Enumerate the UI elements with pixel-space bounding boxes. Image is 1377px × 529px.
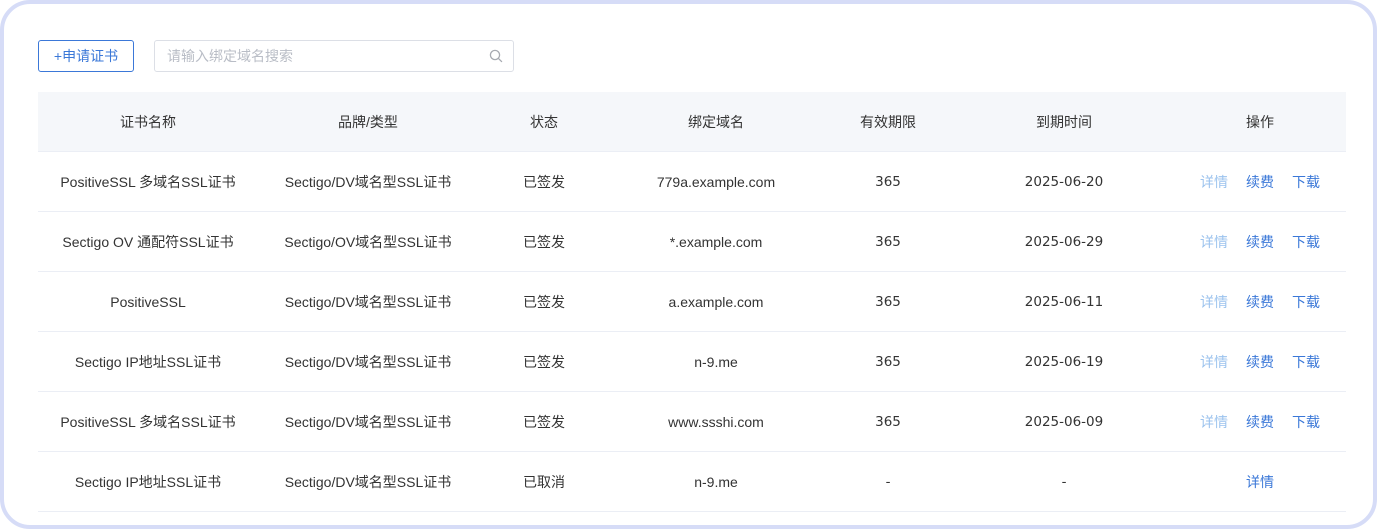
cert-brand: Sectigo/DV域名型SSL证书 <box>284 353 452 370</box>
cert-brand: Sectigo/DV域名型SSL证书 <box>284 293 452 310</box>
cert-brand: Sectigo/DV域名型SSL证书 <box>284 173 452 190</box>
download-link[interactable]: 下载 <box>1292 412 1320 432</box>
cert-expire: 2025-06-11 <box>1024 293 1104 310</box>
cert-status: 已签发 <box>523 353 565 370</box>
table-row: Sectigo OV 通配符SSL证书 Sectigo/OV域名型SSL证书 已… <box>38 212 1346 272</box>
cert-brand: Sectigo/DV域名型SSL证书 <box>284 473 452 490</box>
page-frame: +申请证书 证书名称 品牌/类型 状态 绑定域名 有效期限 到期时间 操作 Po… <box>0 0 1377 529</box>
row-actions: 详情 续费 下载 <box>1174 292 1346 312</box>
cert-validity: 365 <box>875 233 901 250</box>
cert-brand: Sectigo/OV域名型SSL证书 <box>284 233 452 250</box>
search-input[interactable] <box>155 41 513 71</box>
cert-validity: - <box>885 473 891 490</box>
table-row: PositiveSSL 多域名SSL证书 Sectigo/DV域名型SSL证书 … <box>38 392 1346 452</box>
cert-domain: *.example.com <box>669 233 763 250</box>
search-icon[interactable] <box>489 49 503 63</box>
download-link[interactable]: 下载 <box>1292 172 1320 192</box>
cert-name: PositiveSSL 多域名SSL证书 <box>60 413 236 430</box>
row-actions: 详情 <box>1174 472 1346 492</box>
renew-link[interactable]: 续费 <box>1246 232 1274 252</box>
cert-domain: www.ssshi.com <box>668 413 764 430</box>
search-box <box>154 40 514 72</box>
cert-status: 已取消 <box>523 473 565 490</box>
download-link[interactable]: 下载 <box>1292 292 1320 312</box>
detail-link[interactable]: 详情 <box>1200 232 1228 252</box>
renew-link[interactable]: 续费 <box>1246 172 1274 192</box>
column-header-validity: 有效期限 <box>860 113 916 130</box>
cert-status: 已签发 <box>523 293 565 310</box>
column-header-brand: 品牌/类型 <box>338 113 398 130</box>
table-row: Sectigo IP地址SSL证书 Sectigo/DV域名型SSL证书 已签发… <box>38 332 1346 392</box>
cert-name: Sectigo IP地址SSL证书 <box>74 473 222 490</box>
column-header-domain: 绑定域名 <box>688 113 744 130</box>
row-actions: 详情 续费 下载 <box>1174 172 1346 192</box>
cert-expire: 2025-06-19 <box>1024 353 1104 370</box>
cert-expire: 2025-06-09 <box>1024 413 1104 430</box>
column-header-name: 证书名称 <box>120 113 176 130</box>
table-row: PositiveSSL Sectigo/DV域名型SSL证书 已签发 a.exa… <box>38 272 1346 332</box>
cert-name: PositiveSSL <box>110 293 186 310</box>
download-link[interactable]: 下载 <box>1292 232 1320 252</box>
cert-domain: n-9.me <box>694 353 738 370</box>
download-link[interactable]: 下载 <box>1292 352 1320 372</box>
detail-link[interactable]: 详情 <box>1200 352 1228 372</box>
column-header-actions: 操作 <box>1246 113 1274 130</box>
toolbar: +申请证书 <box>38 40 514 72</box>
cert-status: 已签发 <box>523 173 565 190</box>
cert-validity: 365 <box>875 413 901 430</box>
cert-expire: - <box>1061 473 1067 490</box>
row-actions: 详情 续费 下载 <box>1174 232 1346 252</box>
apply-certificate-button[interactable]: +申请证书 <box>38 40 134 72</box>
renew-link[interactable]: 续费 <box>1246 292 1274 312</box>
cert-domain: n-9.me <box>694 473 738 490</box>
cert-name: Sectigo OV 通配符SSL证书 <box>62 233 234 250</box>
row-actions: 详情 续费 下载 <box>1174 412 1346 432</box>
cert-validity: 365 <box>875 293 901 310</box>
row-actions: 详情 续费 下载 <box>1174 352 1346 372</box>
renew-link[interactable]: 续费 <box>1246 412 1274 432</box>
cert-name: Sectigo IP地址SSL证书 <box>74 353 222 370</box>
column-header-expire: 到期时间 <box>1036 113 1092 130</box>
certificate-table: 证书名称 品牌/类型 状态 绑定域名 有效期限 到期时间 操作 Positive… <box>38 92 1346 512</box>
table-row: PositiveSSL 多域名SSL证书 Sectigo/DV域名型SSL证书 … <box>38 152 1346 212</box>
renew-link[interactable]: 续费 <box>1246 352 1274 372</box>
cert-expire: 2025-06-20 <box>1024 173 1104 190</box>
cert-validity: 365 <box>875 353 901 370</box>
cert-domain: a.example.com <box>668 293 764 310</box>
detail-link[interactable]: 详情 <box>1200 172 1228 192</box>
detail-link[interactable]: 详情 <box>1200 412 1228 432</box>
cert-status: 已签发 <box>523 413 565 430</box>
column-header-status: 状态 <box>530 113 558 130</box>
cert-brand: Sectigo/DV域名型SSL证书 <box>284 413 452 430</box>
cert-validity: 365 <box>875 173 901 190</box>
detail-link[interactable]: 详情 <box>1246 472 1274 492</box>
detail-link[interactable]: 详情 <box>1200 292 1228 312</box>
cert-domain: 779a.example.com <box>656 173 776 190</box>
cert-status: 已签发 <box>523 233 565 250</box>
table-row: Sectigo IP地址SSL证书 Sectigo/DV域名型SSL证书 已取消… <box>38 452 1346 512</box>
cert-expire: 2025-06-29 <box>1024 233 1104 250</box>
cert-name: PositiveSSL 多域名SSL证书 <box>60 173 236 190</box>
table-header: 证书名称 品牌/类型 状态 绑定域名 有效期限 到期时间 操作 <box>38 92 1346 152</box>
